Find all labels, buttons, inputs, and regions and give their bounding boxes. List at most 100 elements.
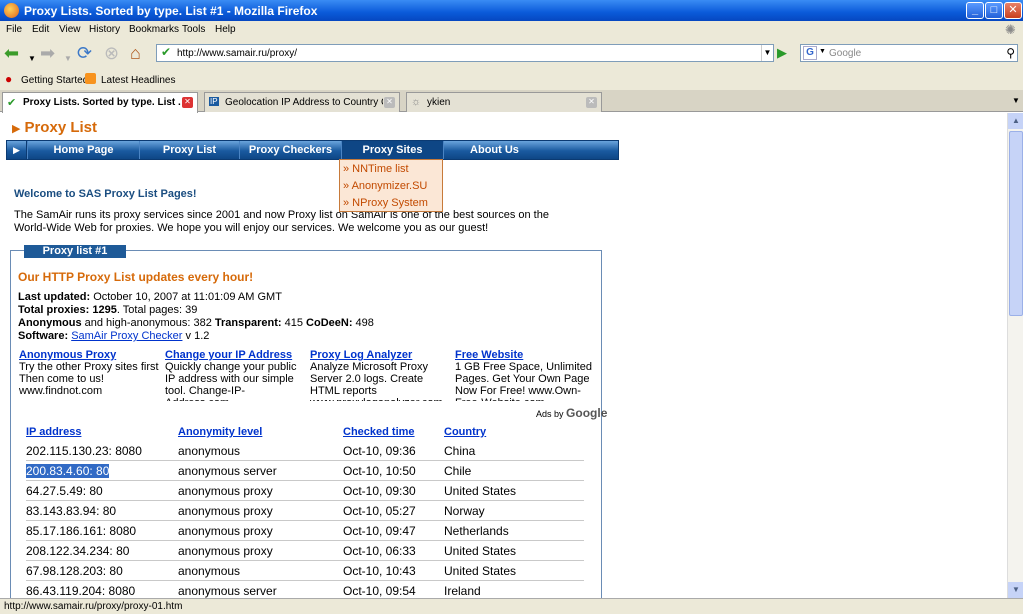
nav-about-us[interactable]: About Us [443, 141, 545, 159]
tab-geolocation[interactable]: IP Geolocation IP Address to Country Cit… [204, 92, 400, 112]
ad-anonymous-proxy[interactable]: Anonymous Proxy Try the other Proxy sites… [19, 349, 159, 401]
nav-arrow-icon: ▶ [7, 141, 27, 159]
ad-free-website[interactable]: Free Website 1 GB Free Space, Unlimited P… [455, 349, 595, 401]
home-icon[interactable]: ⌂ [130, 44, 141, 62]
time-cell: Oct-10, 10:43 [343, 564, 416, 578]
time-cell: Oct-10, 06:33 [343, 544, 416, 558]
col-anonymity-level[interactable]: Anonymity level [178, 426, 262, 438]
minimize-button[interactable]: _ [966, 2, 984, 19]
updates-heading: Our HTTP Proxy List updates every hour! [18, 270, 254, 284]
time-cell: Oct-10, 05:27 [343, 504, 416, 518]
forward-arrow-icon[interactable]: ➡ [40, 44, 55, 62]
menu-edit[interactable]: Edit [32, 24, 49, 35]
forward-dropdown-icon[interactable]: ▼ [64, 50, 72, 68]
anonymous-label: Anonymous [18, 317, 82, 329]
tab-close-icon[interactable]: ✕ [586, 97, 597, 108]
url-bar[interactable]: ✔ http://www.samair.ru/proxy/ ▼ [156, 44, 774, 62]
tab-proxy-lists[interactable]: ✔ Proxy Lists. Sorted by type. List ... … [2, 92, 198, 113]
ip-cell: 83.143.83.94: 80 [26, 504, 117, 518]
bookmark-latest-headlines[interactable]: Latest Headlines [101, 75, 176, 86]
site-nav: ▶ Home Page Proxy List Proxy Checkers Pr… [6, 140, 619, 160]
ip-cell-selected[interactable]: 200.83.4.60: 80 [26, 464, 110, 478]
menu-view[interactable]: View [59, 24, 81, 35]
ad-title[interactable]: Proxy Log Analyzer [310, 349, 450, 361]
search-box[interactable]: G ▼ Google ⚲ [800, 44, 1018, 62]
ip-cell: 85.17.186.161: 8080 [26, 524, 137, 538]
menu-history[interactable]: History [89, 24, 120, 35]
table-row: 83.143.83.94: 80 anonymous proxy Oct-10, 0… [26, 501, 584, 521]
bookmark-getting-started[interactable]: Getting Started [21, 75, 88, 86]
url-dropdown-icon[interactable]: ▼ [761, 45, 773, 61]
go-button[interactable]: ▶ [777, 45, 787, 61]
software-label: Software: [18, 330, 69, 342]
tab-close-icon[interactable]: ✕ [384, 97, 395, 108]
back-arrow-icon[interactable]: ⬅ [4, 44, 19, 62]
ip-tab-icon: IP [209, 97, 219, 106]
ad-proxy-log-analyzer[interactable]: Proxy Log Analyzer Analyze Microsoft Prox… [310, 349, 450, 401]
scroll-up-icon[interactable]: ▲ [1008, 113, 1023, 129]
nav-proxy-list[interactable]: Proxy List [139, 141, 239, 159]
menu-tools[interactable]: Tools [182, 24, 205, 35]
ad-title[interactable]: Free Website [455, 349, 595, 361]
ad-text: Try the other Proxy sites first Then com… [19, 361, 159, 397]
close-button[interactable]: ✕ [1004, 2, 1022, 19]
time-cell: Oct-10, 10:50 [343, 464, 416, 478]
scroll-down-icon[interactable]: ▼ [1008, 582, 1023, 598]
menu-help[interactable]: Help [215, 24, 236, 35]
country-cell: Ireland [444, 584, 481, 598]
site-title-text: Proxy List [24, 119, 97, 136]
last-updated-value: October 10, 2007 at 11:01:09 AM GMT [93, 291, 282, 303]
scroll-thumb[interactable] [1009, 131, 1023, 316]
search-input[interactable]: Google [829, 48, 861, 59]
country-cell: Netherlands [444, 524, 509, 538]
anonymity-cell: anonymous proxy [178, 524, 273, 538]
time-cell: Oct-10, 09:54 [343, 584, 416, 598]
bookmark-getting-started-icon: ● [5, 72, 13, 86]
vertical-scrollbar[interactable]: ▲ ▼ [1007, 113, 1023, 598]
ad-text: Quickly change your public IP address wi… [165, 361, 297, 401]
nav-home-page[interactable]: Home Page [27, 141, 139, 159]
url-text[interactable]: http://www.samair.ru/proxy/ [177, 48, 297, 59]
tab-label: Geolocation IP Address to Country Cit... [225, 97, 383, 108]
tab-close-icon[interactable]: ✕ [182, 97, 193, 108]
total-value: 1295 [92, 304, 117, 316]
ad-change-ip[interactable]: Change your IP Address Quickly change you… [165, 349, 305, 401]
ip-cell: 67.98.128.203: 80 [26, 564, 123, 578]
time-cell: Oct-10, 09:36 [343, 444, 416, 458]
total-pages: . Total pages: 39 [116, 304, 198, 316]
codeen-label: CoDeeN: [306, 317, 353, 329]
anonymity-cell: anonymous server [178, 464, 277, 478]
nav-proxy-checkers[interactable]: Proxy Checkers [239, 141, 341, 159]
maximize-button[interactable]: □ [985, 2, 1003, 19]
dropdown-item-nproxy[interactable]: » NProxy System [343, 197, 428, 209]
ip-cell: 208.122.34.234: 80 [26, 544, 130, 558]
col-ip-address[interactable]: IP address [26, 426, 81, 438]
software-link[interactable]: SamAir Proxy Checker [71, 330, 182, 342]
status-bar: http://www.samair.ru/proxy/proxy-01.htm [0, 598, 1023, 614]
reload-icon[interactable]: ⟳ [77, 44, 92, 62]
nav-proxy-sites[interactable]: Proxy Sites [341, 141, 443, 159]
tab-ykien[interactable]: ☼ ykien ✕ [406, 92, 602, 112]
google-engine-icon[interactable]: G [803, 46, 817, 60]
dropdown-item-anonymizer[interactable]: » Anonymizer.SU [343, 180, 427, 192]
menu-bookmarks[interactable]: Bookmarks [129, 24, 179, 35]
tab-label: ykien [427, 97, 451, 108]
back-dropdown-icon[interactable]: ▼ [28, 50, 36, 68]
col-country[interactable]: Country [444, 426, 486, 438]
engine-dropdown-icon[interactable]: ▼ [819, 48, 826, 55]
stop-icon[interactable]: ⊗ [104, 44, 119, 62]
ad-title[interactable]: Change your IP Address [165, 349, 305, 361]
tab-list-dropdown-icon[interactable]: ▼ [1012, 96, 1020, 105]
anonymity-cell: anonymous proxy [178, 544, 273, 558]
window-title: Proxy Lists. Sorted by type. List #1 - M… [24, 4, 318, 18]
country-cell: Chile [444, 464, 472, 478]
ads-by-google[interactable]: Ads by Google [536, 406, 607, 420]
status-text: http://www.samair.ru/proxy/proxy-01.htm [4, 601, 183, 612]
dropdown-item-nntime[interactable]: » NNTime list [343, 163, 409, 175]
menu-file[interactable]: File [6, 24, 22, 35]
col-checked-time[interactable]: Checked time [343, 426, 415, 438]
loading-tab-icon: ☼ [411, 96, 422, 108]
time-cell: Oct-10, 09:47 [343, 524, 416, 538]
search-icon[interactable]: ⚲ [1006, 46, 1015, 60]
ad-title[interactable]: Anonymous Proxy [19, 349, 159, 361]
